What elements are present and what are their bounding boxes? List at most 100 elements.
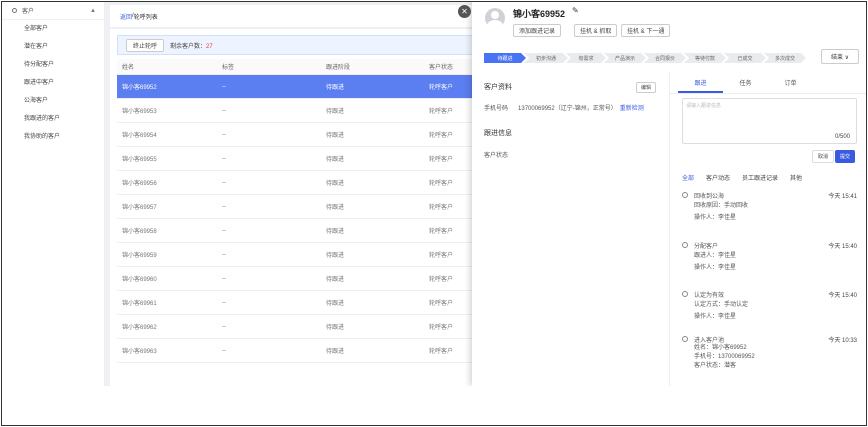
customer-name: 锦小客69952: [513, 9, 566, 19]
cell-status: 轮呼客户: [429, 325, 454, 331]
follow-input[interactable]: 请输入跟进信息: [682, 98, 857, 144]
cell-name: 锦小客69959: [122, 253, 157, 259]
timeline-detail: 操作人：李佳星: [694, 314, 737, 320]
table-row[interactable]: 锦小客69953 -- 待跟进 轮呼客户: [117, 99, 475, 123]
cell-status: 轮呼客户: [429, 253, 454, 259]
cell-stage: 待跟进: [326, 325, 345, 331]
profile-title: 客户资料: [484, 84, 512, 91]
activity-filter-tabs: 全部 客户动态 员工跟进记录 其他: [682, 173, 802, 182]
cancel-button[interactable]: 取消: [812, 150, 835, 163]
table-row[interactable]: 锦小客69956 -- 待跟进 轮呼客户: [117, 171, 475, 195]
cell-status: 轮呼客户: [429, 181, 454, 187]
timeline-item: 进入客户池 今天 10:33 姓名：锦小客69952 手机号：13700069952 客…: [682, 334, 857, 371]
remaining-count: 剩余客户数：27: [170, 41, 213, 50]
edit-profile-button[interactable]: 编辑: [636, 82, 657, 93]
sidebar-item-potential[interactable]: 潜在客户: [2, 38, 104, 56]
table-row[interactable]: 锦小客69952 -- 待跟进 轮呼客户: [117, 75, 475, 99]
cell-name: 锦小客69956: [122, 181, 157, 187]
sidebar-header[interactable]: 客户 ▲: [2, 2, 104, 20]
filter-tab-all[interactable]: 全部: [682, 173, 694, 182]
cell-stage: 待跟进: [326, 229, 345, 235]
table-row[interactable]: 锦小客69955 -- 待跟进 轮呼客户: [117, 147, 475, 171]
stage-step[interactable]: 有需求: [566, 53, 606, 63]
tab-follow[interactable]: 跟进: [678, 76, 723, 93]
sidebar-item-mine[interactable]: 我跟进的客户: [2, 110, 104, 128]
tab-order[interactable]: 订单: [768, 76, 813, 93]
table-row[interactable]: 锦小客69954 -- 待跟进 轮呼客户: [117, 123, 475, 147]
table-row[interactable]: 锦小客69961 -- 待跟进 轮呼客户: [117, 291, 475, 315]
col-header-name: 姓名: [122, 65, 135, 71]
filter-tab-staff[interactable]: 员工跟进记录: [742, 173, 778, 182]
sidebar-item-all[interactable]: 全部客户: [2, 20, 104, 38]
stage-step[interactable]: 已成交: [724, 53, 766, 63]
breadcrumb-current: 轮呼列表: [133, 14, 158, 21]
filter-tab-customer[interactable]: 客户动态: [706, 173, 730, 182]
timeline-title: 分配客户: [694, 243, 719, 250]
hangup-next-button[interactable]: 挂机 & 下一通: [621, 24, 671, 37]
timeline-dot-icon: [682, 242, 688, 248]
add-follow-record-button[interactable]: 添加跟进记录: [513, 24, 562, 37]
table-row[interactable]: 锦小客69957 -- 待跟进 轮呼客户: [117, 195, 475, 219]
sidebar-item-public[interactable]: 公海客户: [2, 92, 104, 110]
col-header-stage: 跟进阶段: [326, 65, 351, 71]
tab-task[interactable]: 任务: [723, 76, 768, 93]
sidebar-item-assist[interactable]: 我协助的客户: [2, 128, 104, 146]
cell-tag: --: [222, 227, 226, 234]
cell-stage: 待跟进: [326, 253, 345, 259]
phone-value: 13700069952（辽宁-锦州，正常号）: [518, 106, 617, 112]
customer-detail-drawer: ✕ 锦小客69952 ✎ 添加跟进记录 挂机 & 抓取 挂机 & 下一通 待跟进…: [458, 2, 866, 386]
stage-step[interactable]: 等待付款: [684, 53, 726, 63]
cell-stage: 待跟进: [326, 109, 345, 115]
timeline-detail: 姓名：锦小客69952: [694, 345, 747, 351]
stop-round-call-button[interactable]: 终止轮呼: [126, 38, 165, 52]
list-panel: 终止轮呼 剩余客户数：27 姓名 标签 跟进阶段 客户状态 锦小客69952 --…: [110, 29, 475, 386]
table-row[interactable]: 锦小客69960 -- 待跟进 轮呼客户: [117, 267, 475, 291]
timeline-dot-icon: [682, 192, 688, 198]
cell-name: 锦小客69961: [122, 301, 157, 307]
cell-status: 轮呼客户: [429, 133, 454, 139]
filter-tab-other[interactable]: 其他: [790, 173, 802, 182]
cell-name: 锦小客69953: [122, 109, 157, 115]
stage-step[interactable]: 产品演示: [604, 53, 646, 63]
table-row[interactable]: 锦小客69958 -- 待跟进 轮呼客户: [117, 219, 475, 243]
stage-step[interactable]: 合同报价: [644, 53, 686, 63]
hangup-grab-button[interactable]: 挂机 & 抓取: [574, 24, 618, 37]
cell-tag: --: [222, 179, 226, 186]
sidebar-item-unassigned[interactable]: 待分配客户: [2, 56, 104, 74]
recheck-link[interactable]: 重新检测: [620, 106, 644, 112]
remaining-label: 剩余客户数：: [170, 43, 207, 50]
end-dropdown-button[interactable]: 结束 ∨: [821, 49, 859, 64]
cell-status: 轮呼客户: [429, 277, 454, 283]
timeline-title: 认定为有效: [694, 292, 725, 299]
cell-stage: 待跟进: [326, 301, 345, 307]
table-row[interactable]: 锦小客69963 -- 待跟进 轮呼客户: [117, 339, 475, 363]
stage-step[interactable]: 初步沟通: [524, 53, 568, 63]
cell-status: 轮呼客户: [429, 205, 454, 211]
stage-step[interactable]: 多次成交: [764, 53, 806, 63]
stage-progress: 待跟进 初步沟通 有需求 产品演示 合同报价 等待付款 已成交 多次成交: [484, 53, 806, 63]
sidebar-item-following[interactable]: 跟进中客户: [2, 74, 104, 92]
cell-status: 轮呼客户: [429, 229, 454, 235]
char-counter: 0/500: [835, 134, 851, 140]
follow-info-title: 跟进信息: [484, 130, 512, 137]
cell-tag: --: [222, 275, 226, 282]
detail-tabs: 跟进 任务 订单: [670, 76, 866, 94]
breadcrumb-back-link[interactable]: 返回: [120, 12, 132, 21]
timeline-dot-icon: [682, 336, 688, 342]
customer-icon: [12, 8, 17, 13]
timeline-item: 认定为有效 今天 15:40 认定方式：手动认定 操作人：李佳星: [682, 289, 857, 323]
close-icon[interactable]: ✕: [458, 5, 471, 18]
main-area: 返回 / 轮呼列表 终止轮呼 剩余客户数：27 姓名 标签 跟进阶段 客户状态 …: [105, 2, 475, 386]
submit-button[interactable]: 提交: [835, 150, 856, 163]
cell-stage: 待跟进: [326, 181, 345, 187]
table-row[interactable]: 锦小客69959 -- 待跟进 轮呼客户: [117, 243, 475, 267]
table-row[interactable]: 锦小客69962 -- 待跟进 轮呼客户: [117, 315, 475, 339]
pencil-icon[interactable]: ✎: [572, 6, 579, 15]
cell-name: 锦小客69955: [122, 157, 157, 163]
cell-stage: 待跟进: [326, 133, 345, 139]
action-bar: 终止轮呼 剩余客户数：27: [117, 35, 475, 55]
customer-table: 姓名 标签 跟进阶段 客户状态 锦小客69952 -- 待跟进 轮呼客户 锦小客6995…: [117, 59, 475, 363]
timeline-time: 今天 15:41: [828, 193, 857, 200]
stage-step[interactable]: 待跟进: [484, 53, 526, 63]
cell-status: 轮呼客户: [429, 349, 454, 355]
